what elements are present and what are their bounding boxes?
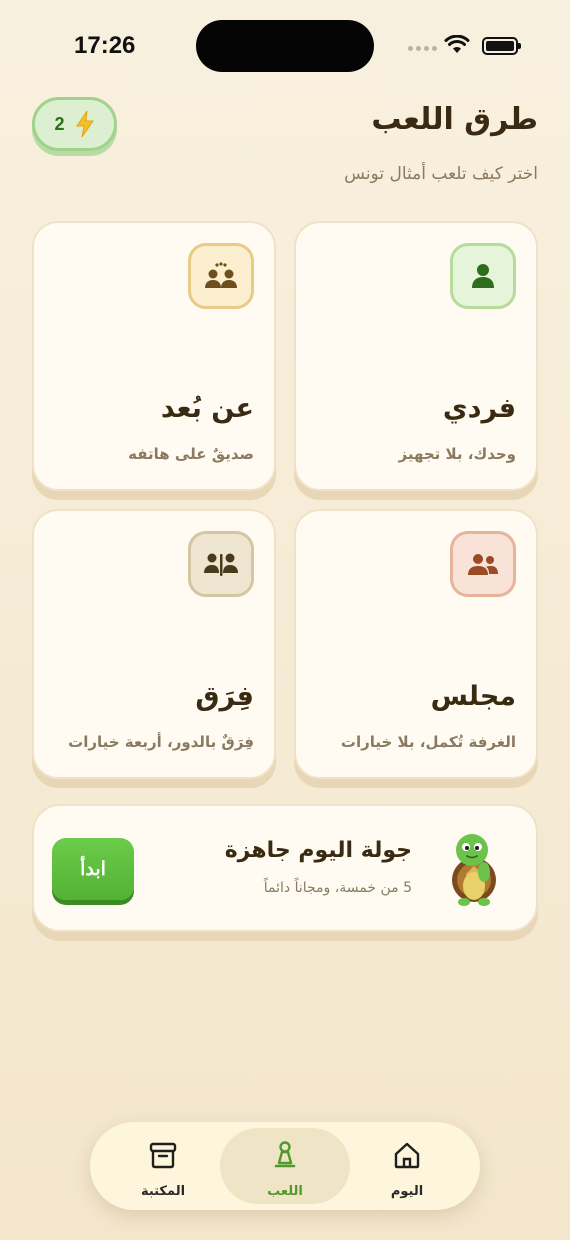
game-pawn-icon xyxy=(274,1141,296,1168)
mode-icon-box xyxy=(450,243,516,309)
tab-today[interactable]: اليوم xyxy=(342,1128,472,1204)
lightning-bolt-icon xyxy=(75,110,94,138)
archive-box-icon xyxy=(149,1142,177,1169)
tab-play[interactable]: اللعب xyxy=(220,1128,350,1204)
turtle-mascot-icon xyxy=(452,834,496,906)
mode-description: فِرَقٌ بالدور، أربعة خيارات xyxy=(68,733,254,751)
mode-card-remote[interactable]: عن بُعد صديقٌ على هاتفه xyxy=(32,221,276,491)
status-bar: 17:26 xyxy=(0,0,570,90)
mode-card-single[interactable]: فردي وحدك، بلا تجهيز xyxy=(294,221,538,491)
wifi-icon xyxy=(444,35,470,53)
daily-round-subtitle: 5 من خمسة، ومجاناً دائماً xyxy=(263,880,412,896)
mode-description: وحدك، بلا تجهيز xyxy=(398,445,516,463)
single-person-icon xyxy=(472,264,494,288)
battery-icon xyxy=(482,37,521,55)
tab-label: اللعب xyxy=(267,1184,303,1199)
group-people-icon xyxy=(468,554,498,575)
mode-icon-box xyxy=(188,531,254,597)
mode-title: فردي xyxy=(442,393,516,424)
mode-title: عن بُعد xyxy=(160,393,254,424)
dynamic-island xyxy=(196,20,374,72)
teams-icon xyxy=(204,553,238,576)
status-time: 17:26 xyxy=(74,32,136,59)
page-subtitle: اختر كيف تلعب أمثال تونس xyxy=(344,164,538,184)
tab-bar: المكتبة اللعب اليوم xyxy=(90,1122,480,1210)
daily-round-title: جولة اليوم جاهزة xyxy=(224,838,412,863)
mode-icon-box xyxy=(188,243,254,309)
mode-description: صديقٌ على هاتفه xyxy=(128,445,254,463)
mode-title: فِرَق xyxy=(195,681,254,712)
page-title: طرق اللعب xyxy=(371,102,538,137)
mode-icon-box xyxy=(450,531,516,597)
daily-round-banner[interactable]: جولة اليوم جاهزة 5 من خمسة، ومجاناً دائم… xyxy=(32,804,538,932)
home-icon xyxy=(394,1142,420,1169)
cellular-signal-icon xyxy=(408,46,437,51)
mode-description: الغرفة تُكمل، بلا خيارات xyxy=(340,733,516,751)
energy-badge[interactable]: 2 xyxy=(32,97,117,151)
tab-label: اليوم xyxy=(390,1184,424,1199)
mode-card-teams[interactable]: فِرَق فِرَقٌ بالدور، أربعة خيارات xyxy=(32,509,276,779)
start-button[interactable]: ابدأ xyxy=(52,838,134,900)
tab-label: المكتبة xyxy=(140,1184,186,1199)
mode-title: مجلس xyxy=(430,681,516,712)
tab-library[interactable]: المكتبة xyxy=(98,1128,228,1204)
mode-card-majlis[interactable]: مجلس الغرفة تُكمل، بلا خيارات xyxy=(294,509,538,779)
energy-count: 2 xyxy=(54,113,65,134)
remote-friends-icon xyxy=(205,262,237,288)
